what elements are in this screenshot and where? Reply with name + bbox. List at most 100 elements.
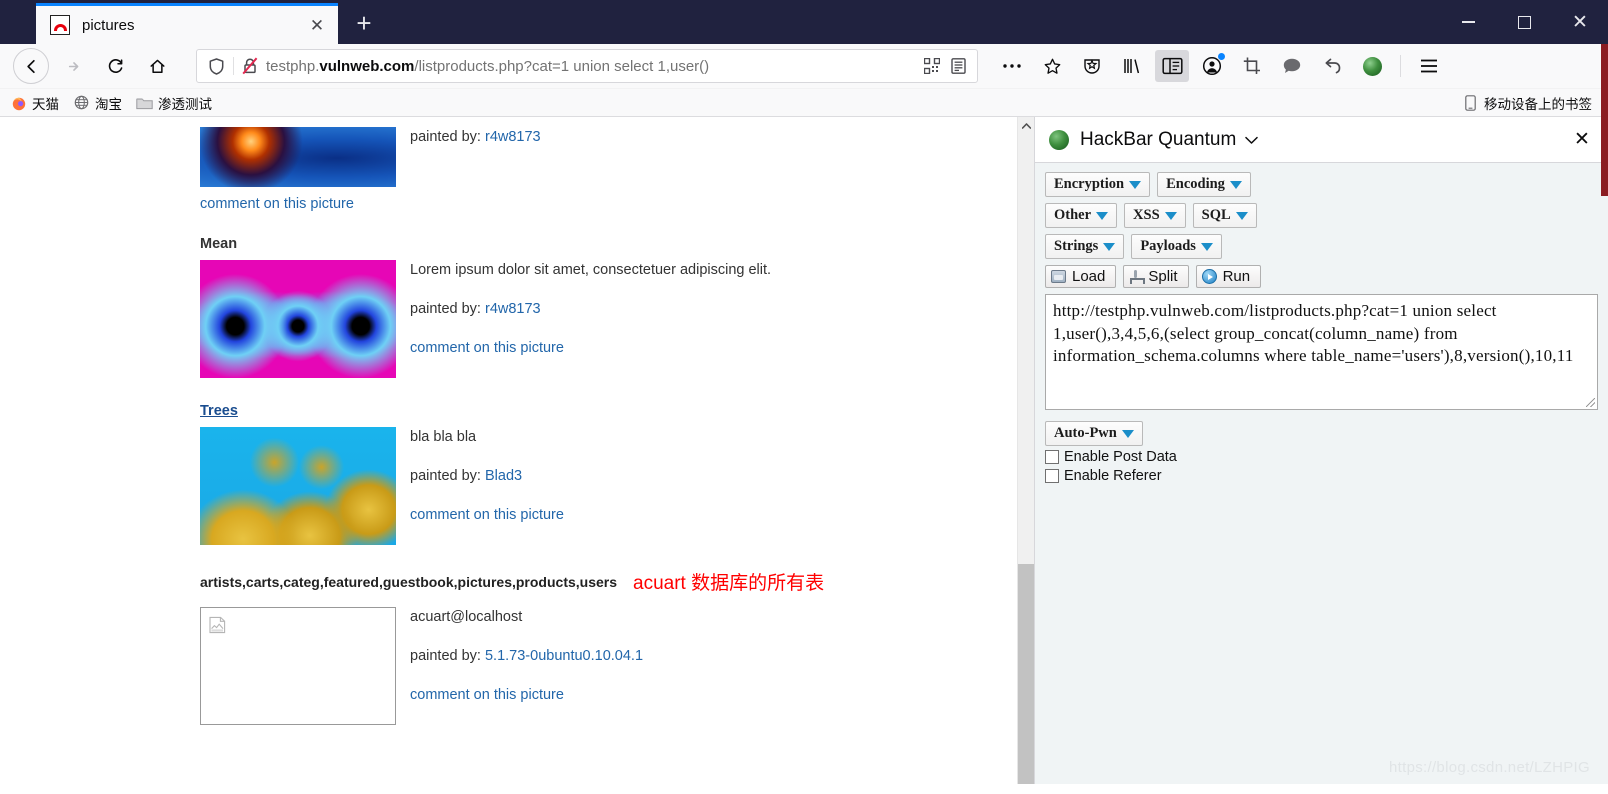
- strings-menu[interactable]: Strings: [1045, 234, 1125, 259]
- bookmark-taobao[interactable]: 淘宝: [73, 93, 122, 113]
- hackbar-logo-icon: [1049, 129, 1069, 150]
- menu-label: SQL: [1201, 207, 1231, 223]
- picture-title[interactable]: Trees: [200, 403, 1017, 419]
- page-scrollbar[interactable]: [1017, 117, 1034, 784]
- picture-entry: acuart@localhost painted by: 5.1.73-0ubu…: [200, 607, 1017, 726]
- sql-menu[interactable]: SQL: [1192, 203, 1257, 228]
- payloads-menu[interactable]: Payloads: [1131, 234, 1222, 259]
- chevron-down-icon: [1129, 180, 1142, 189]
- bookmark-folder-pentest[interactable]: 渗透测试: [136, 93, 212, 113]
- other-menu[interactable]: Other: [1045, 203, 1118, 228]
- bookmark-mobile-bookmarks[interactable]: 移动设备上的书签: [1462, 93, 1592, 113]
- home-button[interactable]: [139, 48, 175, 84]
- chevron-down-icon: [1096, 211, 1109, 220]
- hackbar-extension-icon[interactable]: [1355, 50, 1389, 82]
- picture-meta: painted by: r4w8173: [410, 127, 541, 168]
- window-close-button[interactable]: ✕: [1552, 0, 1608, 44]
- hackbar-sidebar: HackBar Quantum ✕ Encryption Encoding Ot…: [1034, 117, 1608, 784]
- mobile-icon: [1462, 94, 1479, 111]
- sidebar-toggle-icon[interactable]: [1155, 50, 1189, 82]
- split-button[interactable]: Split: [1123, 265, 1189, 288]
- toolbar-icons: [1072, 50, 1449, 82]
- comment-link[interactable]: comment on this picture: [200, 196, 1017, 212]
- qr-code-icon[interactable]: [919, 58, 945, 74]
- button-label: Run: [1222, 268, 1251, 285]
- enable-referer-checkbox[interactable]: Enable Referer: [1045, 468, 1598, 484]
- shield-icon[interactable]: [203, 57, 229, 75]
- picture-description: bla bla bla: [410, 429, 477, 445]
- bookmark-label: 渗透测试: [158, 96, 212, 112]
- comment-link[interactable]: comment on this picture: [410, 340, 771, 356]
- reload-button[interactable]: [97, 48, 133, 84]
- sidebar-close-icon[interactable]: ✕: [1568, 126, 1596, 154]
- chevron-down-icon[interactable]: [1245, 132, 1259, 148]
- app-menu-icon[interactable]: [1412, 50, 1446, 82]
- request-url-wrapper: http://testphp.vulnweb.com/listproducts.…: [1045, 294, 1598, 410]
- maximize-button[interactable]: [1496, 0, 1552, 44]
- scrollbar-thumb[interactable]: [1018, 564, 1034, 784]
- pocket-icon[interactable]: [1075, 50, 1109, 82]
- bookmark-label: 淘宝: [95, 96, 122, 112]
- undo-icon[interactable]: [1315, 50, 1349, 82]
- action-buttons-row: Load Split Run: [1045, 265, 1598, 288]
- chevron-down-icon: [1235, 211, 1248, 220]
- db-version-link[interactable]: 5.1.73-0ubuntu0.10.04.1: [485, 648, 643, 664]
- address-bar[interactable]: testphp.vulnweb.com/listproducts.php?cat…: [196, 49, 978, 83]
- menu-row-2: Other XSS SQL: [1045, 203, 1598, 228]
- artist-link[interactable]: r4w8173: [485, 301, 541, 317]
- forward-button[interactable]: [55, 48, 91, 84]
- bookmark-star-icon[interactable]: [1035, 50, 1069, 82]
- checkbox-label: Enable Post Data: [1064, 449, 1177, 465]
- run-button[interactable]: Run: [1195, 265, 1262, 288]
- folder-icon: [136, 94, 153, 111]
- checkbox-box[interactable]: [1045, 450, 1059, 464]
- feedback-icon[interactable]: [1275, 50, 1309, 82]
- picture-thumbnail[interactable]: [200, 427, 396, 545]
- db-user-text: acuart@localhost: [410, 609, 523, 625]
- close-icon[interactable]: ✕: [304, 12, 330, 38]
- library-icon[interactable]: [1115, 50, 1149, 82]
- reader-view-icon[interactable]: [945, 58, 971, 74]
- encoding-menu[interactable]: Encoding: [1157, 172, 1251, 197]
- load-button[interactable]: Load: [1045, 265, 1117, 288]
- request-url-textarea[interactable]: http://testphp.vulnweb.com/listproducts.…: [1045, 294, 1598, 410]
- artist-link[interactable]: r4w8173: [485, 129, 541, 145]
- minimize-button[interactable]: [1440, 0, 1496, 44]
- divider: [233, 57, 234, 75]
- firefox-icon: [10, 94, 27, 111]
- artist-link[interactable]: Blad3: [485, 468, 522, 484]
- picture-entry: Mean Lorem ipsum dolor sit amet, consect…: [200, 236, 1017, 379]
- auto-pwn-row: Auto-Pwn: [1045, 421, 1598, 446]
- window-controls: ✕: [1440, 0, 1608, 44]
- chevron-down-icon: [1121, 429, 1134, 438]
- resize-grip-icon[interactable]: [1586, 398, 1595, 407]
- xss-menu[interactable]: XSS: [1124, 203, 1186, 228]
- url-text[interactable]: testphp.vulnweb.com/listproducts.php?cat…: [262, 58, 919, 75]
- tables-list: artists,carts,categ,featured,guestbook,p…: [200, 573, 618, 590]
- enable-post-data-checkbox[interactable]: Enable Post Data: [1045, 449, 1598, 465]
- checkbox-box[interactable]: [1045, 469, 1059, 483]
- divider: [1400, 55, 1401, 77]
- painted-by-label: painted by:: [410, 129, 481, 145]
- picture-thumbnail[interactable]: [200, 127, 396, 187]
- painted-by-label: painted by:: [410, 648, 481, 664]
- red-annotation: acuart 数据库的所有表: [633, 573, 825, 594]
- bookmark-tmall[interactable]: 天猫: [10, 93, 59, 113]
- new-tab-button[interactable]: +: [346, 5, 382, 41]
- lock-broken-icon[interactable]: [238, 57, 262, 75]
- encryption-menu[interactable]: Encryption: [1045, 172, 1151, 197]
- tab-title: pictures: [82, 16, 135, 34]
- page-actions-icon[interactable]: [995, 50, 1029, 82]
- tab-pictures[interactable]: pictures ✕: [36, 3, 338, 44]
- scroll-up-icon[interactable]: [1018, 117, 1034, 134]
- account-icon[interactable]: [1195, 50, 1229, 82]
- screenshot-icon[interactable]: [1235, 50, 1269, 82]
- comment-link[interactable]: comment on this picture: [410, 507, 564, 523]
- picture-thumbnail[interactable]: [200, 260, 396, 378]
- watermark: https://blog.csdn.net/LZHPIG: [1389, 759, 1590, 776]
- tab-bar: pictures ✕ + ✕: [0, 0, 1608, 44]
- comment-link[interactable]: comment on this picture: [410, 687, 643, 703]
- auto-pwn-menu[interactable]: Auto-Pwn: [1045, 421, 1143, 446]
- painted-by-line: painted by: 5.1.73-0ubuntu0.10.04.1: [410, 648, 643, 664]
- back-button[interactable]: [13, 48, 49, 84]
